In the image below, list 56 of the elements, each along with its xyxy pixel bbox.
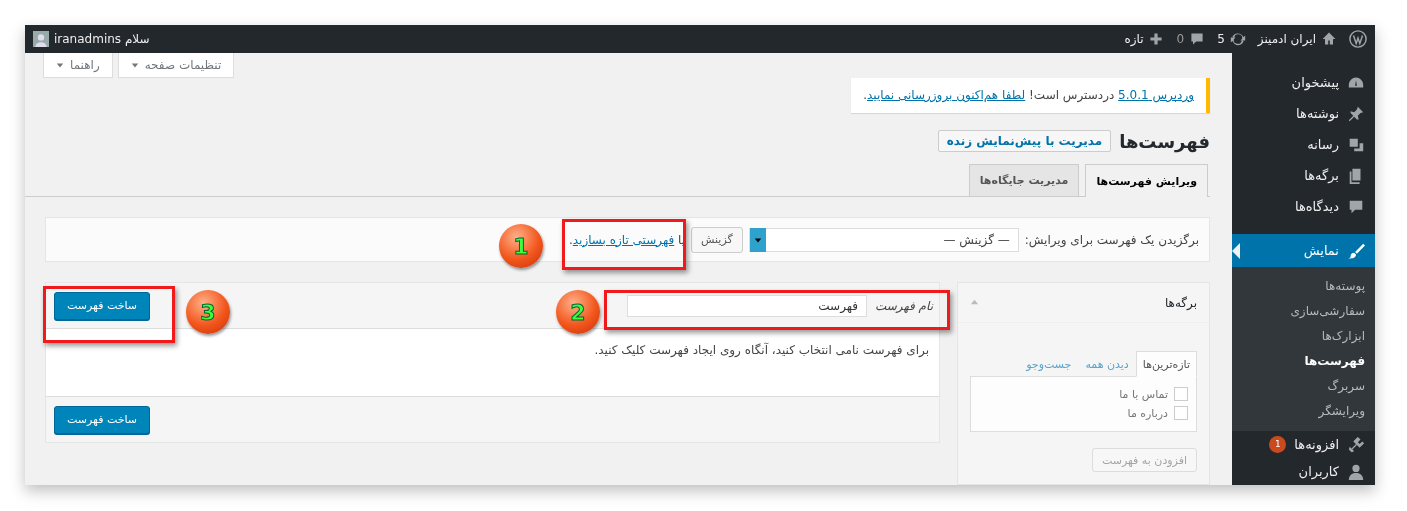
refresh-icon [1229, 31, 1246, 47]
create-menu-button[interactable]: ساخت فهرست [54, 291, 151, 320]
pages-box-title: برگه‌ها [1164, 295, 1197, 310]
site-name-link[interactable]: ایران ادمینز [1257, 32, 1316, 46]
home-icon [1321, 31, 1337, 47]
select-menu-label: برگزیدن یک فهرست برای ویرایش: [1024, 232, 1199, 247]
screen-options-tab[interactable]: راهنما [43, 53, 113, 78]
plug-icon [1347, 435, 1365, 454]
page-option-label: درباره ما [1127, 406, 1168, 420]
greeting-link[interactable]: سلام iranadmins [54, 32, 150, 46]
menu-dropdown[interactable]: — گزینش — [748, 227, 1019, 252]
sidebar-item[interactable]: نمایش [1232, 234, 1375, 267]
instructions-text: برای فهرست نامی انتخاب کنید، آنگاه روی ایجاد فهرست کلیک کنید. [593, 343, 929, 357]
sidebar-item[interactable]: پیشخوان [1232, 67, 1375, 98]
comments-count[interactable]: 0 [1176, 32, 1185, 46]
submenu-item[interactable]: سفارشی‌سازی [1232, 299, 1375, 324]
page-title: فهرست‌ها [1119, 130, 1210, 152]
sidebar-item[interactable]: نوشته‌ها [1232, 98, 1375, 129]
caret-icon [753, 235, 762, 244]
brush-icon [1347, 241, 1365, 260]
menu-name-field[interactable]: فهرست [627, 294, 868, 317]
update-notice: وردپرس 5.0.1 دردسترس است! لطفا هم‌اکنون بروزرسانی نمایید. [851, 78, 1210, 113]
sidebar-item[interactable]: رسانه [1232, 129, 1375, 160]
update-count-badge: 1 [1269, 436, 1287, 453]
submenu-item[interactable]: فهرست‌ها [1232, 349, 1375, 374]
pages-tab[interactable]: تازه‌ترین‌ها [1135, 351, 1197, 377]
screen-options-tab[interactable]: تنظیمات صفحه [117, 53, 235, 78]
new-content-link[interactable]: تازه [1124, 32, 1144, 46]
checkbox[interactable] [1174, 387, 1188, 401]
version-link[interactable]: وردپرس 5.0.1 [1118, 88, 1194, 102]
submenu-item[interactable]: سربرگ [1232, 374, 1375, 399]
comment-icon [1189, 31, 1206, 47]
user-icon [1347, 462, 1365, 481]
collapse-arrow-icon [970, 298, 979, 307]
wordpress-logo-icon [1349, 30, 1367, 48]
plus-icon [1148, 31, 1165, 47]
pages-box-header[interactable]: برگه‌ها [958, 283, 1209, 323]
menu-name-label: نام فهرست [875, 298, 933, 313]
sidebar-item[interactable]: کاربران [1232, 458, 1375, 485]
create-menu-button[interactable]: ساخت فهرست [54, 405, 151, 434]
page-option-label: تماس با ما [1119, 387, 1168, 401]
sidebar-item[interactable]: دیدگاه‌ها [1232, 191, 1375, 222]
pin-icon [1347, 104, 1365, 123]
sidebar-item[interactable]: برگه‌ها [1232, 160, 1375, 191]
submenu-item[interactable]: پوسته‌ها [1232, 274, 1375, 299]
avatar-icon [33, 31, 49, 47]
nav-tab[interactable]: ویرایش فهرست‌ها [1085, 164, 1208, 197]
caret-icon [56, 61, 64, 69]
submenu-item[interactable]: ویرایشگر [1232, 399, 1375, 424]
select-button[interactable]: گزینش [691, 226, 743, 253]
submenu-item[interactable]: ابزارک‌ها [1232, 324, 1375, 349]
live-preview-button[interactable]: مدیریت با پیش‌نمایش زنده [937, 130, 1112, 152]
caret-icon [130, 61, 139, 69]
updates-count[interactable]: 5 [1217, 32, 1225, 46]
checkbox[interactable] [1174, 406, 1188, 420]
nav-tab[interactable]: مدیریت جایگاه‌ها [968, 164, 1080, 196]
